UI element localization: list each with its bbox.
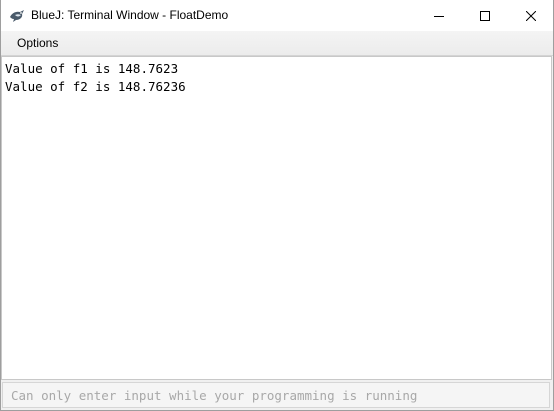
close-icon (526, 10, 536, 21)
menu-bar: Options (0, 31, 554, 56)
window-title: BlueJ: Terminal Window - FloatDemo (31, 8, 229, 22)
output-line: Value of f2 is 148.76236 (5, 79, 186, 94)
terminal-input-field[interactable] (2, 382, 550, 408)
menu-options[interactable]: Options (9, 36, 66, 51)
minimize-button[interactable] (416, 0, 462, 31)
minimize-icon (434, 11, 444, 21)
terminal-output[interactable]: Value of f1 is 148.7623 Value of f2 is 1… (1, 56, 552, 380)
close-button[interactable] (508, 0, 554, 31)
terminal-window: BlueJ: Terminal Window - FloatDemo Optio… (0, 0, 554, 411)
output-line: Value of f1 is 148.7623 (5, 61, 179, 76)
title-bar[interactable]: BlueJ: Terminal Window - FloatDemo (0, 0, 554, 31)
maximize-button[interactable] (462, 0, 508, 31)
bluej-bird-icon[interactable] (9, 8, 26, 23)
maximize-icon (480, 10, 490, 21)
